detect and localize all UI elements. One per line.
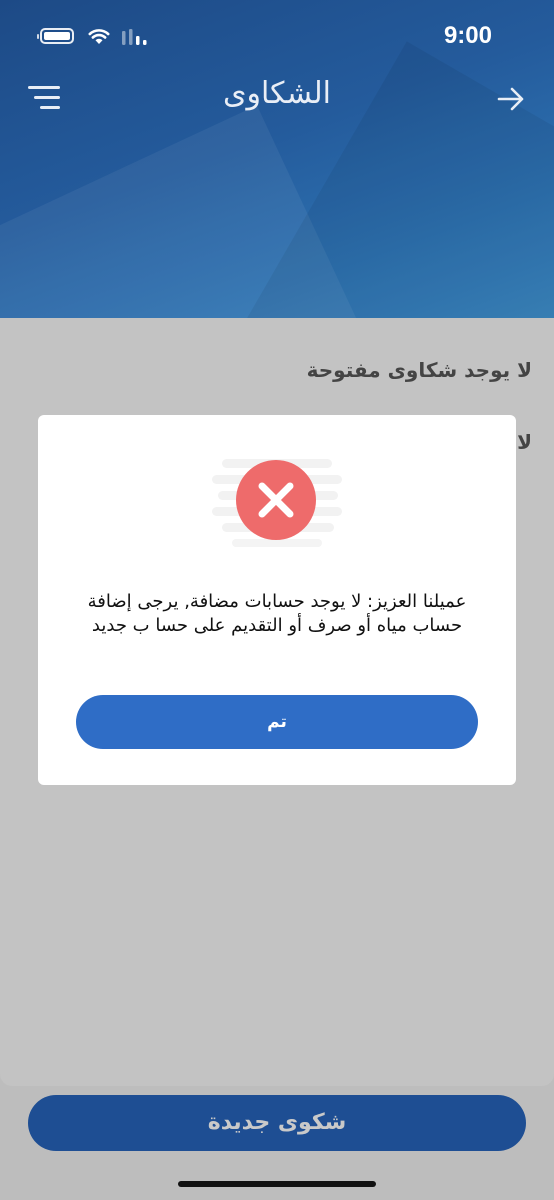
status-bar: 9:00 <box>0 0 554 72</box>
header-banner: 9:00 الشكاوى <box>0 0 554 318</box>
battery-icon <box>37 28 74 44</box>
dialog-message: عميلنا العزيز: لا يوجد حسابات مضافة, يرج… <box>87 591 467 636</box>
error-x-icon <box>236 460 316 540</box>
alert-dialog: عميلنا العزيز: لا يوجد حسابات مضافة, يرج… <box>38 415 516 785</box>
new-complaint-button[interactable]: شكوى جديدة <box>28 1095 526 1151</box>
ok-button[interactable]: تم <box>76 695 478 749</box>
open-complaints-label: لا يوجد شكاوى مفتوحة <box>306 358 532 382</box>
signal-icon <box>122 29 147 45</box>
arrow-right-icon[interactable] <box>496 84 526 114</box>
nav-bar: الشكاوى <box>0 72 554 124</box>
page-title: الشكاوى <box>223 76 331 111</box>
wifi-icon <box>88 29 110 44</box>
status-time: 9:00 <box>443 22 492 49</box>
home-indicator <box>178 1181 376 1187</box>
